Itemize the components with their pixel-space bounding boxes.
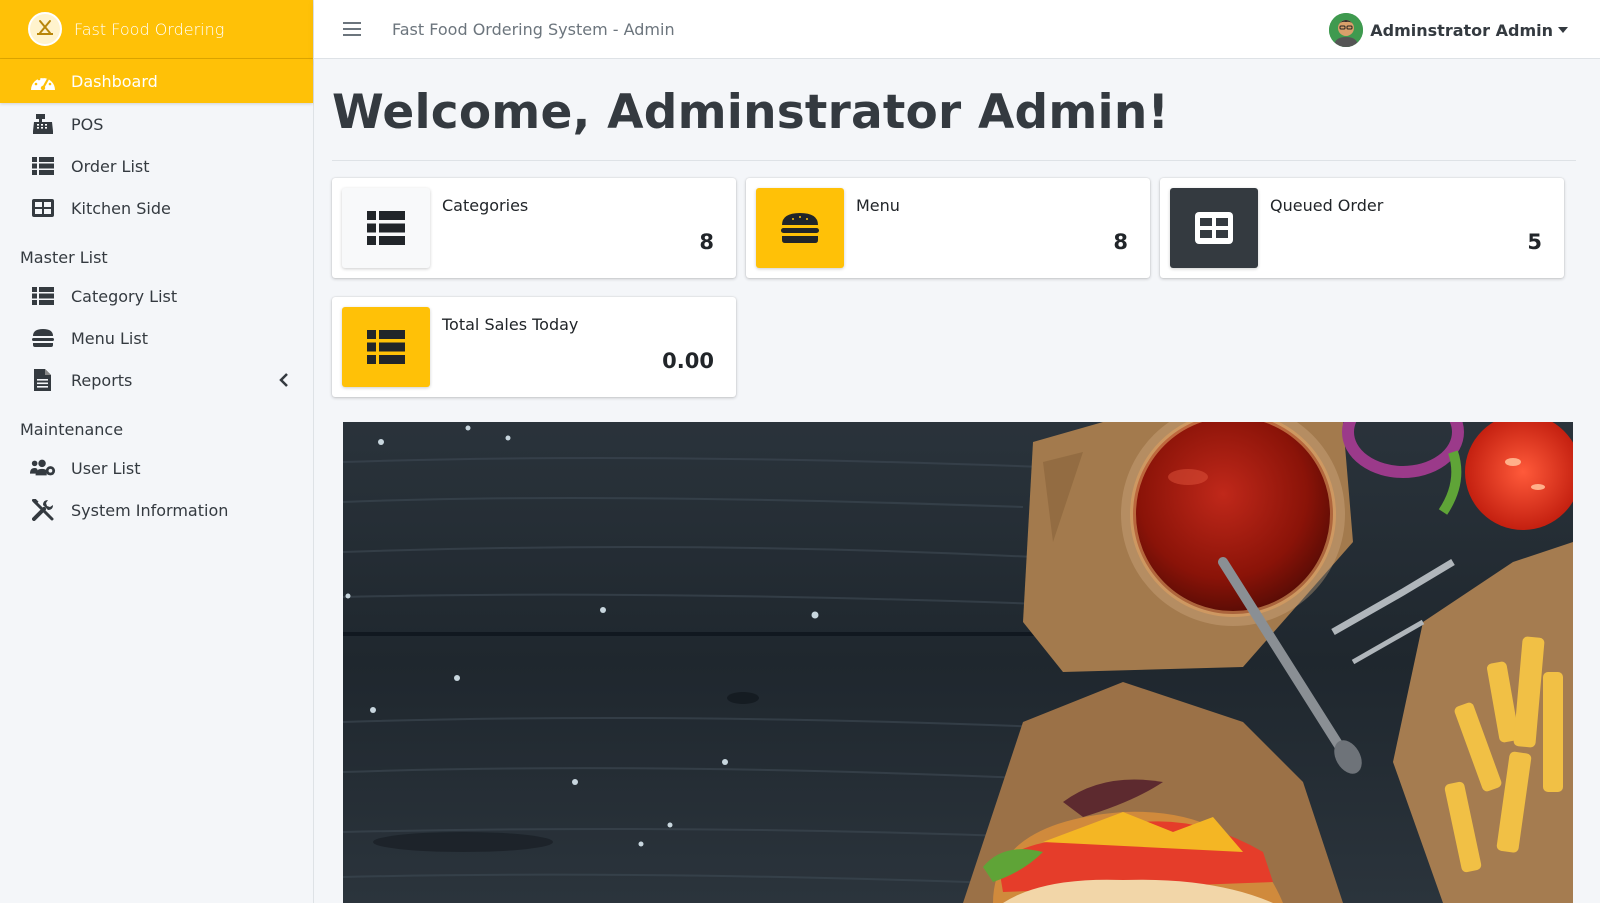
sidebar-item-label: Category List xyxy=(71,286,178,306)
file-alt-icon xyxy=(30,369,56,391)
sidebar-item-kitchen-side[interactable]: Kitchen Side xyxy=(0,187,313,229)
sidebar-item-reports[interactable]: Reports xyxy=(0,359,313,401)
stat-label: Queued Order xyxy=(1270,196,1384,215)
banner-image xyxy=(343,422,1573,903)
sidebar-header-maintenance: Maintenance xyxy=(20,420,124,439)
hamburger-icon xyxy=(756,188,844,268)
user-name: Adminstrator Admin xyxy=(1370,20,1553,40)
restaurant-logo-icon xyxy=(28,12,62,46)
list-icon xyxy=(342,307,430,387)
dashboard-gauge-icon xyxy=(30,70,56,92)
sidebar-item-system-information[interactable]: System Information xyxy=(0,489,313,531)
sidebar-header-master-list: Master List xyxy=(20,248,108,267)
caret-down-icon xyxy=(1558,27,1568,33)
list-icon xyxy=(30,155,56,177)
chevron-left-icon[interactable] xyxy=(275,373,293,387)
stat-card-queued-order[interactable]: Queued Order 5 xyxy=(1160,178,1564,278)
stat-value: 8 xyxy=(1113,230,1128,254)
sidebar-item-label: System Information xyxy=(71,500,229,520)
sidebar-item-order-list[interactable]: Order List xyxy=(0,145,313,187)
avatar xyxy=(1329,13,1364,47)
sidebar-item-label: Reports xyxy=(71,370,133,390)
sidebar-item-menu-list[interactable]: Menu List xyxy=(0,317,313,359)
hamburger-icon xyxy=(30,327,56,349)
stat-value: 0.00 xyxy=(662,349,714,373)
tools-icon xyxy=(30,499,56,521)
sidebar-item-label: User List xyxy=(71,458,141,478)
sidebar-item-category-list[interactable]: Category List xyxy=(0,275,313,317)
th-large-icon xyxy=(1170,188,1258,268)
stat-card-menu[interactable]: Menu 8 xyxy=(746,178,1150,278)
stat-card-categories[interactable]: Categories 8 xyxy=(332,178,736,278)
stat-label: Categories xyxy=(442,196,529,215)
list-icon xyxy=(30,285,56,307)
list-icon xyxy=(342,188,430,268)
menu-toggle-icon[interactable] xyxy=(340,17,364,41)
sidebar-item-pos[interactable]: POS xyxy=(0,103,313,145)
stat-value: 5 xyxy=(1527,230,1542,254)
cash-register-icon xyxy=(30,113,56,135)
sidebar-item-dashboard[interactable]: Dashboard xyxy=(0,59,313,103)
users-cog-icon xyxy=(30,457,56,479)
stat-value: 8 xyxy=(699,230,714,254)
sidebar-item-label: Kitchen Side xyxy=(71,198,171,218)
stat-label: Menu xyxy=(856,196,900,215)
sidebar-item-label: Dashboard xyxy=(71,71,158,91)
user-dropdown[interactable]: Adminstrator Admin xyxy=(1329,13,1568,47)
sidebar-item-label: POS xyxy=(71,114,104,134)
sidebar-item-user-list[interactable]: User List xyxy=(0,447,313,489)
stat-card-total-sales-today[interactable]: Total Sales Today 0.00 xyxy=(332,297,736,397)
page-title: Welcome, Adminstrator Admin! xyxy=(332,85,1170,140)
th-large-icon xyxy=(30,197,56,219)
sidebar-item-label: Menu List xyxy=(71,328,148,348)
sidebar-item-label: Order List xyxy=(71,156,150,176)
brand-title: Fast Food Ordering xyxy=(74,19,225,39)
main-content: Welcome, Adminstrator Admin! Categories … xyxy=(314,59,1600,903)
stat-label: Total Sales Today xyxy=(442,315,579,334)
topbar: Fast Food Ordering System - Admin Admins… xyxy=(314,0,1600,59)
sidebar: Fast Food Ordering Dashboard POS Order L… xyxy=(0,0,314,903)
divider xyxy=(332,160,1576,161)
brand-link[interactable]: Fast Food Ordering xyxy=(0,0,313,59)
topbar-title[interactable]: Fast Food Ordering System - Admin xyxy=(392,20,675,39)
